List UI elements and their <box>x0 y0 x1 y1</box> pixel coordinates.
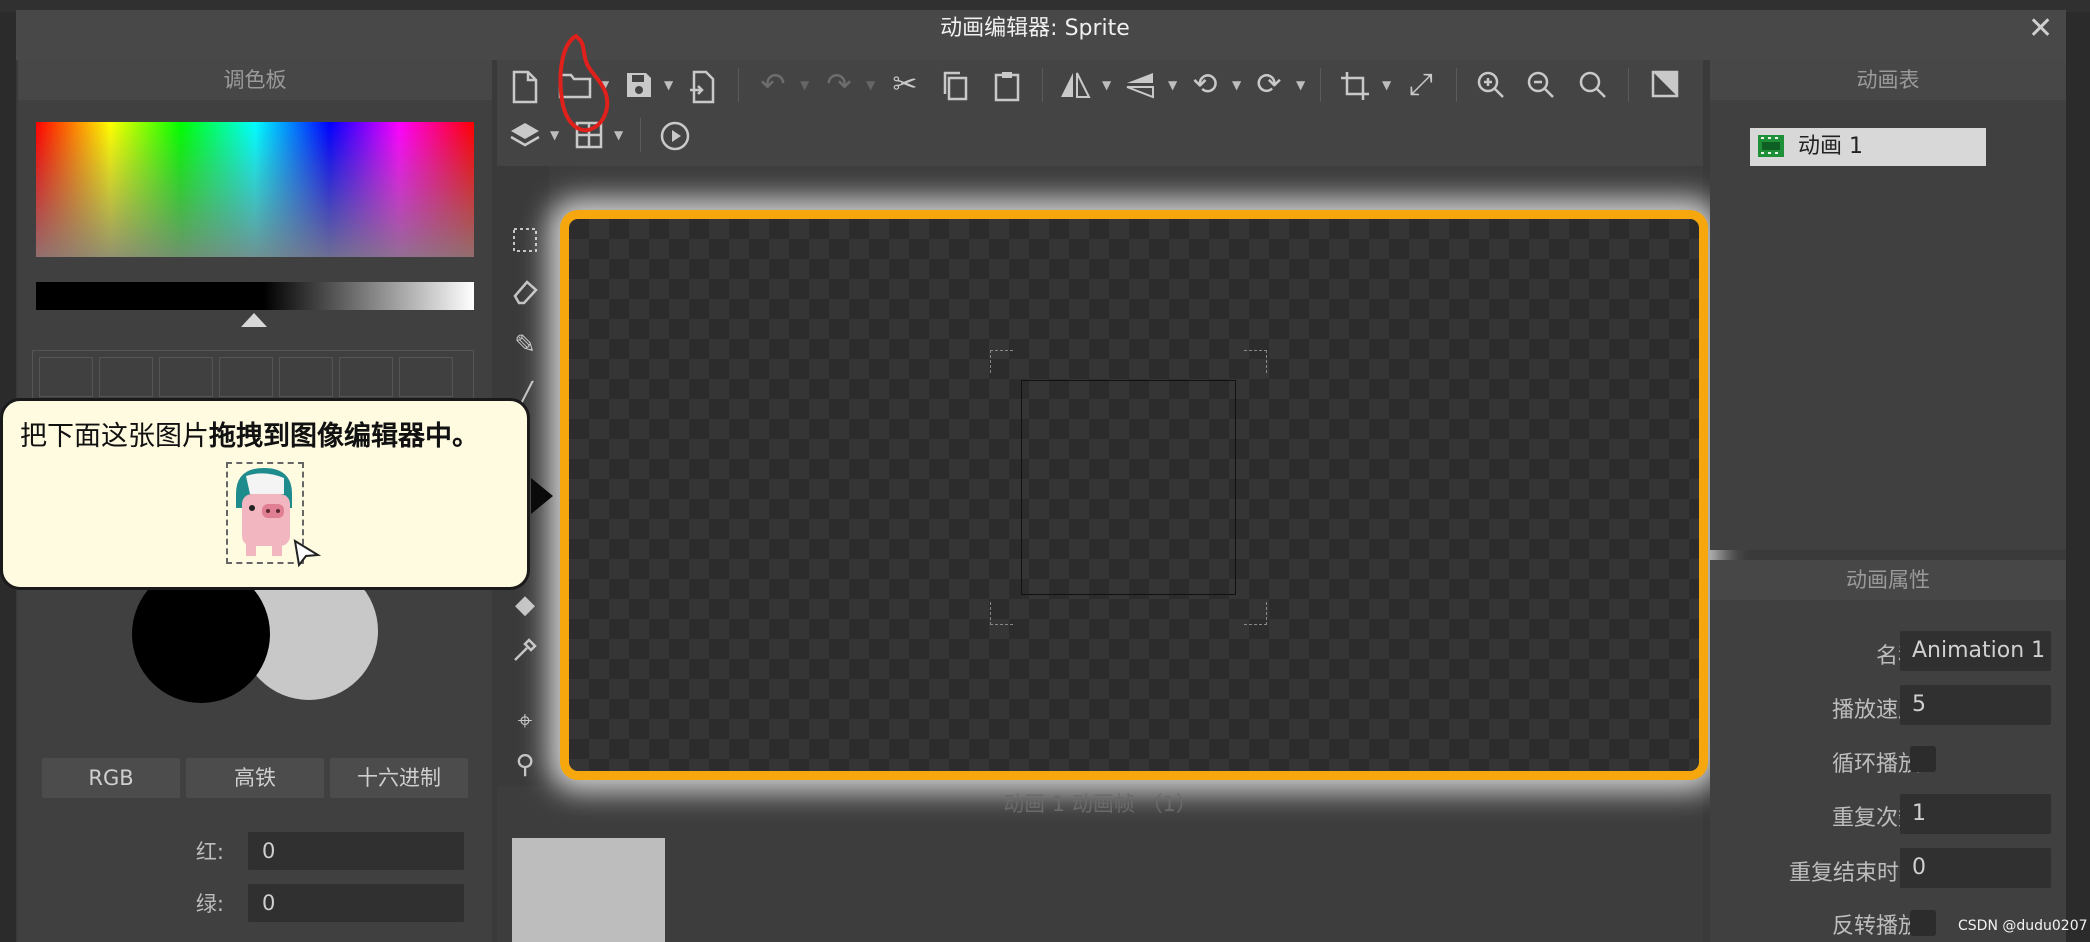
cut-icon[interactable]: ✂ <box>888 70 922 100</box>
undo-dropdown-icon[interactable]: ▼ <box>800 78 809 92</box>
green-label: 绿: <box>195 892 224 916</box>
toolbar-divider <box>640 118 641 152</box>
swatch[interactable] <box>159 357 213 397</box>
zoom-out-icon[interactable] <box>1524 70 1558 106</box>
watermark: CSDN @dudu0207 <box>1958 918 2088 934</box>
repeat-label: 重复次数 <box>1831 806 1920 831</box>
action-point-icon[interactable]: ⚲ <box>508 750 542 780</box>
resize-handle[interactable] <box>990 602 1013 625</box>
reverse-label: 反转播放 <box>1831 914 1920 939</box>
toolbar-divider <box>1042 68 1043 102</box>
sprite-character-icon <box>236 468 292 556</box>
speed-input[interactable]: 5 <box>1900 685 2051 725</box>
crop-icon[interactable] <box>1338 70 1372 108</box>
window-title: 动画编辑器: Sprite <box>940 16 1130 41</box>
color-swatches <box>32 350 474 402</box>
brightness-slider[interactable] <box>36 282 474 310</box>
animation-properties-header: 动画属性 <box>1710 560 2066 600</box>
marquee-select-icon[interactable] <box>508 226 542 261</box>
close-icon[interactable]: ✕ <box>2028 14 2053 44</box>
tooltip-pointer <box>531 478 553 514</box>
toolbar-divider <box>1628 68 1629 102</box>
animation-list-header: 动画表 <box>1710 60 2066 100</box>
swatch[interactable] <box>219 357 273 397</box>
annotation-circle <box>558 34 610 133</box>
swatch[interactable] <box>339 357 393 397</box>
paste-icon[interactable] <box>990 70 1024 108</box>
sprite-bounds <box>1021 380 1236 595</box>
rotate-ccw-dropdown-icon[interactable]: ▼ <box>1232 78 1241 92</box>
toolbar-divider <box>738 68 739 102</box>
save-icon[interactable] <box>622 70 656 106</box>
redo-icon[interactable]: ↷ <box>822 70 856 100</box>
hint-text-bold: 拖拽到图像编辑器中。 <box>209 421 479 452</box>
frame-thumbnail[interactable] <box>512 838 665 942</box>
frames-label: 动画 1 动画帧 （1） <box>1003 792 1197 816</box>
cursor-icon <box>292 538 322 572</box>
swatch[interactable] <box>39 357 93 397</box>
name-label: 名称 <box>1875 644 1920 669</box>
hint-text: 把下面这张图片拖拽到图像编辑器中。 <box>20 414 479 453</box>
flip-h-dropdown-icon[interactable]: ▼ <box>1102 78 1111 92</box>
crop-dropdown-icon[interactable]: ▼ <box>1382 78 1391 92</box>
reverse-checkbox[interactable] <box>1910 910 1936 936</box>
toolbar-divider <box>1320 68 1321 102</box>
slider-handle[interactable] <box>241 313 267 327</box>
repeat-end-input[interactable]: 0 <box>1900 848 2051 888</box>
grid-dropdown-icon[interactable]: ▼ <box>614 128 623 142</box>
layers-icon[interactable] <box>508 120 542 156</box>
resize-handle[interactable] <box>1244 602 1267 625</box>
zoom-in-icon[interactable] <box>1474 70 1508 106</box>
name-input[interactable]: Animation 1 <box>1900 631 2051 671</box>
rotate-cw-icon[interactable]: ⟳ <box>1252 70 1286 100</box>
resize-handle[interactable] <box>990 350 1013 373</box>
eyedropper-icon[interactable] <box>508 636 542 671</box>
background-toggle-icon[interactable] <box>1648 70 1682 104</box>
repeat-input[interactable]: 1 <box>1900 794 2051 834</box>
flip-horizontal-icon[interactable] <box>1058 70 1092 106</box>
rotate-ccw-icon[interactable]: ⟲ <box>1188 70 1222 100</box>
loop-checkbox[interactable] <box>1910 746 1936 772</box>
repeat-end-label: 重复结束时... <box>1789 861 1920 886</box>
eraser-icon[interactable] <box>508 278 542 313</box>
flip-vertical-icon[interactable] <box>1124 70 1158 106</box>
resize-icon[interactable]: ⤢ <box>1404 70 1438 100</box>
zoom-reset-icon[interactable] <box>1576 70 1610 106</box>
origin-icon[interactable]: ⌖ <box>508 706 542 737</box>
toolbar-divider <box>1456 68 1457 102</box>
fill-bucket-icon[interactable]: ◆ <box>508 590 542 620</box>
swatch[interactable] <box>399 357 453 397</box>
undo-icon[interactable]: ↶ <box>756 70 790 100</box>
save-dropdown-icon[interactable]: ▼ <box>664 78 673 92</box>
swatch[interactable] <box>99 357 153 397</box>
green-input[interactable]: 0 <box>248 884 464 922</box>
mode-hex-button[interactable]: 十六进制 <box>330 758 468 798</box>
color-spectrum[interactable] <box>36 122 474 257</box>
new-file-icon[interactable] <box>508 70 542 110</box>
play-icon[interactable] <box>658 120 692 158</box>
mode-rgb-button[interactable]: RGB <box>42 758 180 798</box>
resize-handle[interactable] <box>1244 350 1267 373</box>
export-icon[interactable] <box>686 70 720 110</box>
animation-item-label: 动画 1 <box>1798 134 1863 159</box>
pencil-icon[interactable]: ✎ <box>508 330 542 360</box>
swatch[interactable] <box>279 357 333 397</box>
animation-list-item[interactable]: 动画 1 <box>1750 128 1986 166</box>
palette-header: 调色板 <box>18 60 492 100</box>
rotate-cw-dropdown-icon[interactable]: ▼ <box>1296 78 1305 92</box>
loop-label: 循环播放 <box>1831 752 1920 777</box>
hint-text-normal: 把下面这张图片 <box>20 421 209 452</box>
redo-dropdown-icon[interactable]: ▼ <box>866 78 875 92</box>
mode-hsl-button[interactable]: 高铁 <box>186 758 324 798</box>
copy-icon[interactable] <box>938 70 972 108</box>
red-input[interactable]: 0 <box>248 832 464 870</box>
film-strip-icon <box>1758 135 1784 157</box>
red-label: 红: <box>195 840 224 864</box>
flip-v-dropdown-icon[interactable]: ▼ <box>1168 78 1177 92</box>
speed-label: 播放速度 <box>1831 698 1920 723</box>
